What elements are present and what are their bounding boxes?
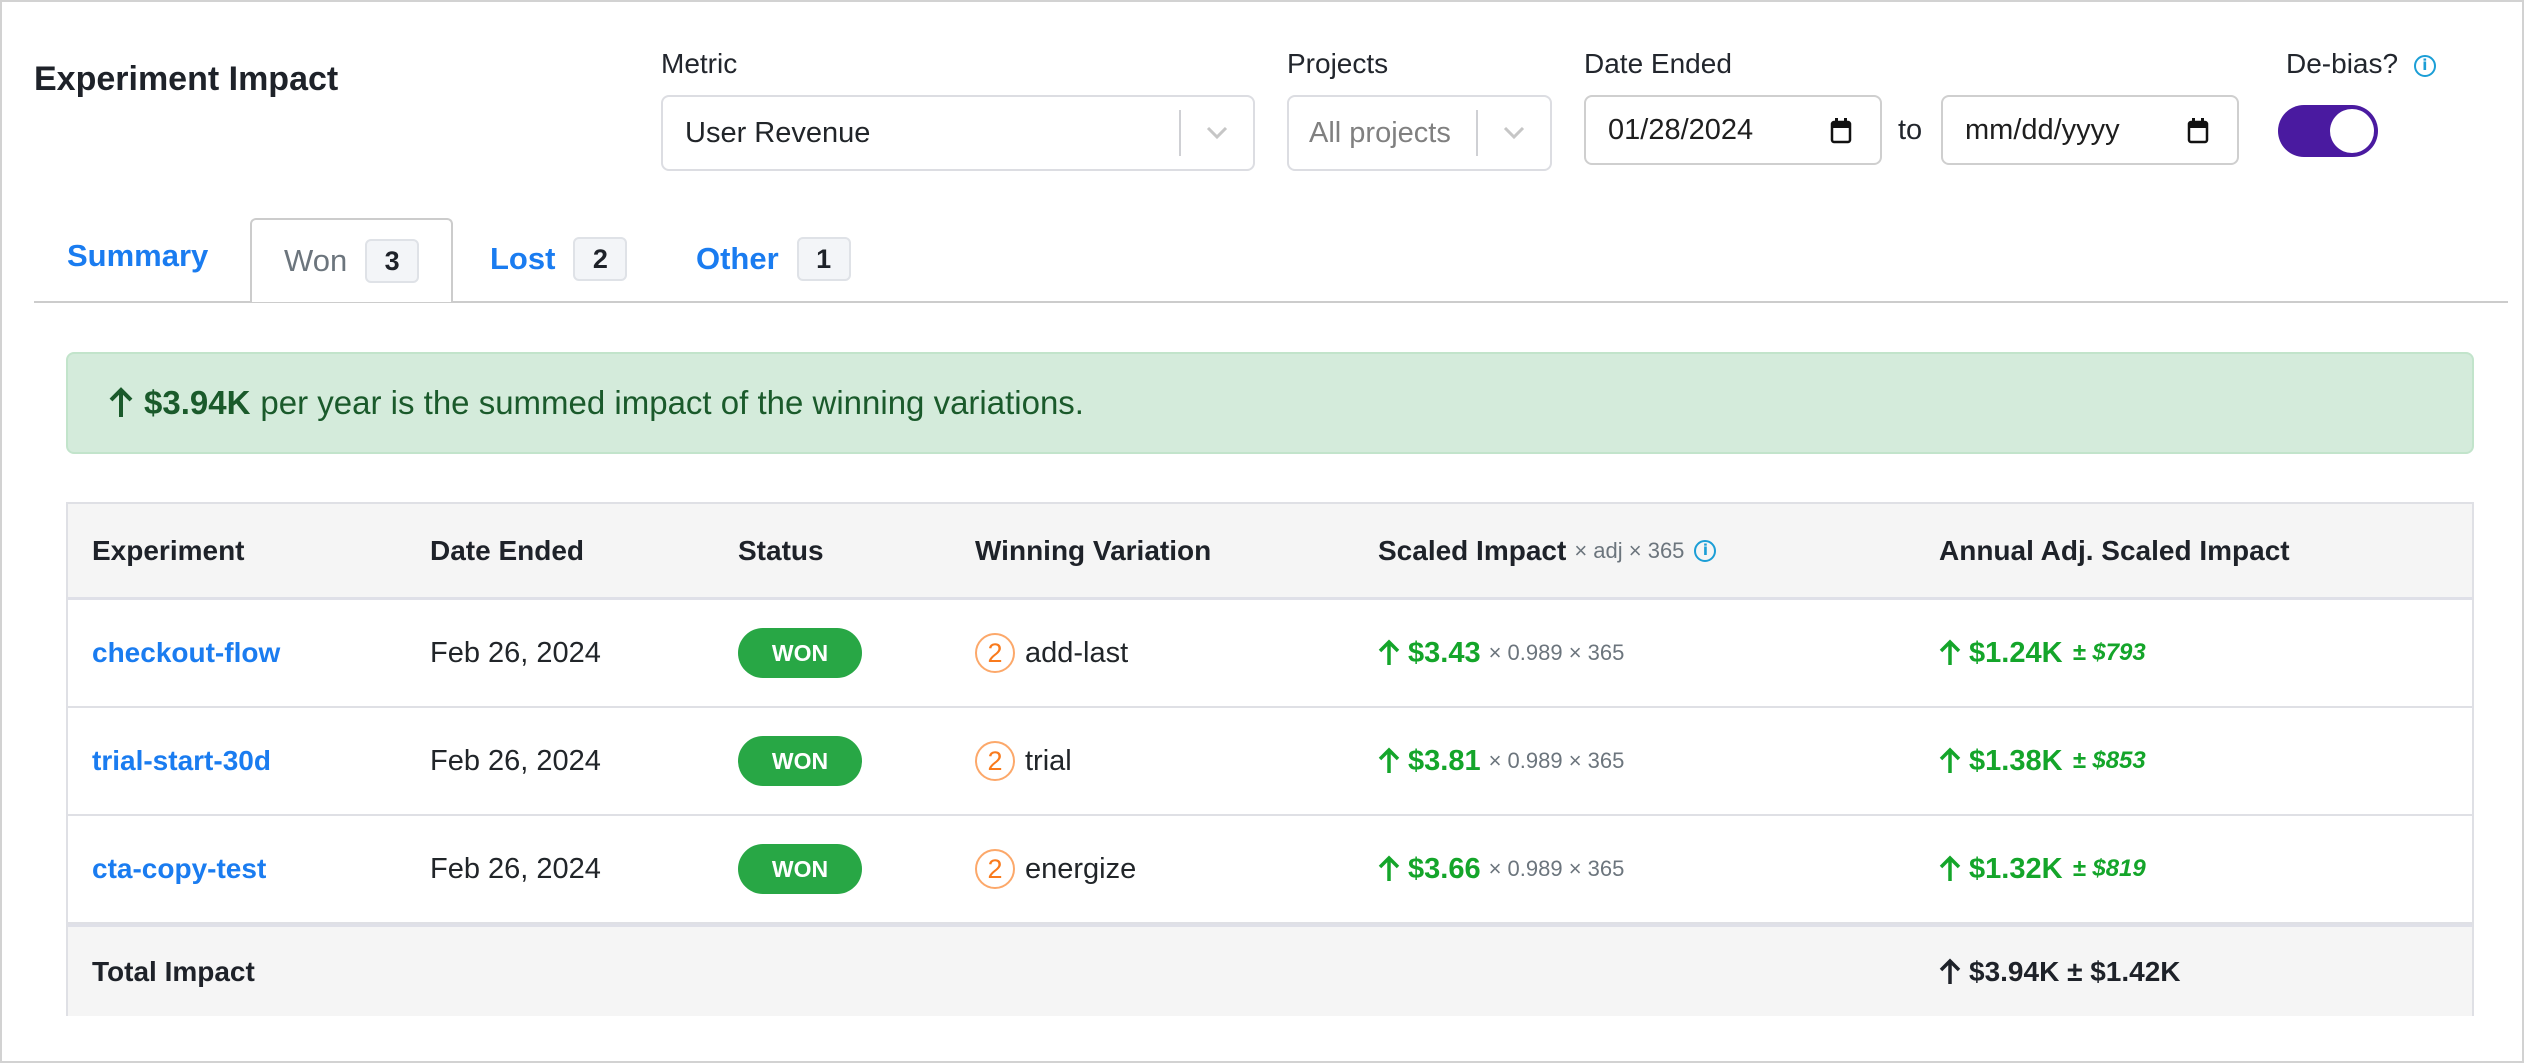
variation-number-badge: 2 — [975, 849, 1015, 889]
projects-select-placeholder: All projects — [1309, 116, 1451, 149]
tab-won-label: Won — [284, 243, 348, 278]
scaled-impact-value: $3.81 — [1408, 744, 1481, 777]
scaled-impact-cell: $3.43 × 0.989 × 365 — [1378, 600, 1624, 706]
tab-other[interactable]: Other 1 — [696, 236, 851, 282]
table-row: trial-start-30d Feb 26, 2024 WON 2 trial… — [68, 708, 2472, 816]
date-ended-cell: Feb 26, 2024 — [430, 852, 601, 885]
scaled-impact-cell: $3.66 × 0.989 × 365 — [1378, 816, 1624, 922]
table-header-row: Experiment Date Ended Status Winning Var… — [68, 504, 2472, 600]
arrow-up-icon — [108, 387, 134, 419]
variation-number-badge: 2 — [975, 741, 1015, 781]
scaled-impact-value: $3.43 — [1408, 636, 1481, 669]
tab-lost-label: Lost — [490, 241, 556, 276]
tab-other-label: Other — [696, 241, 779, 276]
chevron-down-icon[interactable] — [1181, 125, 1253, 141]
total-impact-label: Total Impact — [92, 955, 255, 987]
scaled-impact-multiplier: × 0.989 × 365 — [1488, 856, 1625, 881]
debias-label-group: De-bias? i — [2286, 48, 2436, 80]
table-total-row: Total Impact $3.94K ± $1.42K — [68, 924, 2472, 1016]
experiment-impact-panel: Experiment Impact Metric User Revenue Pr… — [0, 0, 2524, 1063]
tab-won-count: 3 — [365, 239, 420, 283]
arrow-up-icon — [1378, 855, 1400, 883]
total-impact-cell: $3.94K ± $1.42K — [1939, 927, 2181, 1016]
col-header-experiment[interactable]: Experiment — [92, 504, 245, 597]
scaled-impact-value: $3.66 — [1408, 852, 1481, 885]
tab-lost-count: 2 — [573, 237, 628, 281]
annual-impact-cell: $1.32K ± $819 — [1939, 816, 2146, 922]
annual-impact-ci: ± $819 — [2072, 855, 2146, 882]
tab-lost[interactable]: Lost 2 — [490, 236, 628, 282]
summed-impact-alert: $3.94K per year is the summed impact of … — [66, 352, 2474, 454]
experiment-link[interactable]: checkout-flow — [92, 637, 280, 669]
col-header-annual-impact[interactable]: Annual Adj. Scaled Impact — [1939, 504, 2290, 597]
tab-summary-label: Summary — [67, 238, 209, 273]
annual-impact-ci: ± $853 — [2072, 747, 2146, 774]
variation-number-badge: 2 — [975, 633, 1015, 673]
status-badge: WON — [738, 844, 862, 894]
status-badge: WON — [738, 628, 862, 678]
date-range-to-label: to — [1898, 114, 1923, 146]
status-badge: WON — [738, 736, 862, 786]
date-from-value: 01/28/2024 — [1608, 113, 1754, 146]
metric-select[interactable]: User Revenue — [661, 95, 1255, 171]
variation-name: add-last — [1025, 636, 1129, 669]
info-icon[interactable]: i — [2413, 54, 2436, 77]
date-to-input[interactable]: mm/dd/yyyy — [1941, 95, 2239, 165]
scaled-impact-formula: × adj × 365 — [1574, 537, 1685, 563]
alert-text: per year is the summed impact of the win… — [260, 384, 1084, 421]
info-icon[interactable]: i — [1694, 539, 1717, 562]
variation-name: energize — [1025, 852, 1137, 885]
arrow-up-icon — [1939, 958, 1961, 986]
winning-variation-cell: 2 trial — [975, 708, 1072, 814]
annual-impact-cell: $1.38K ± $853 — [1939, 708, 2146, 814]
total-impact-value: $3.94K ± $1.42K — [1969, 955, 2181, 987]
annual-impact-value: $1.32K — [1969, 852, 2063, 885]
metric-select-value: User Revenue — [685, 116, 871, 149]
toggle-knob — [2330, 109, 2374, 153]
date-ended-label: Date Ended — [1584, 48, 1732, 79]
experiment-link[interactable]: cta-copy-test — [92, 853, 266, 885]
variation-name: trial — [1025, 744, 1072, 777]
arrow-up-icon — [1939, 855, 1961, 883]
projects-label: Projects — [1287, 48, 1389, 79]
col-header-date-ended[interactable]: Date Ended — [430, 504, 584, 597]
arrow-up-icon — [1378, 639, 1400, 667]
tab-other-count: 1 — [796, 237, 851, 281]
arrow-up-icon — [1939, 747, 1961, 775]
calendar-icon[interactable] — [1830, 117, 1852, 153]
metric-label: Metric — [661, 48, 738, 79]
date-ended-cell: Feb 26, 2024 — [430, 636, 601, 669]
tab-won[interactable]: Won 3 — [250, 218, 454, 302]
annual-impact-value: $1.24K — [1969, 636, 2063, 669]
scaled-impact-multiplier: × 0.989 × 365 — [1488, 748, 1625, 773]
calendar-icon[interactable] — [2187, 117, 2209, 153]
experiment-link[interactable]: trial-start-30d — [92, 745, 271, 777]
arrow-up-icon — [1939, 639, 1961, 667]
scaled-impact-label: Scaled Impact — [1378, 534, 1567, 566]
date-to-placeholder: mm/dd/yyyy — [1965, 113, 2120, 146]
date-from-input[interactable]: 01/28/2024 — [1584, 95, 1882, 165]
alert-amount: $3.94K — [144, 384, 251, 421]
chevron-down-icon[interactable] — [1478, 125, 1550, 141]
annual-impact-cell: $1.24K ± $793 — [1939, 600, 2146, 706]
annual-impact-ci: ± $793 — [2072, 639, 2146, 666]
debias-toggle[interactable] — [2278, 105, 2378, 157]
page-title: Experiment Impact — [34, 60, 339, 98]
col-header-winning-variation[interactable]: Winning Variation — [975, 504, 1211, 597]
table-row: cta-copy-test Feb 26, 2024 WON 2 energiz… — [68, 816, 2472, 924]
annual-impact-value: $1.38K — [1969, 744, 2063, 777]
arrow-up-icon — [1378, 747, 1400, 775]
winning-variation-cell: 2 add-last — [975, 600, 1128, 706]
scaled-impact-multiplier: × 0.989 × 365 — [1488, 640, 1625, 665]
col-header-scaled-impact[interactable]: Scaled Impact × adj × 365 i — [1378, 504, 1717, 597]
projects-select[interactable]: All projects — [1287, 95, 1552, 171]
winning-variation-cell: 2 energize — [975, 816, 1136, 922]
tab-summary[interactable]: Summary — [67, 236, 208, 276]
table-row: checkout-flow Feb 26, 2024 WON 2 add-las… — [68, 600, 2472, 708]
scaled-impact-cell: $3.81 × 0.989 × 365 — [1378, 708, 1624, 814]
date-ended-cell: Feb 26, 2024 — [430, 744, 601, 777]
debias-label: De-bias? — [2286, 48, 2399, 79]
impact-table: Experiment Date Ended Status Winning Var… — [66, 502, 2474, 1016]
col-header-status[interactable]: Status — [738, 504, 824, 597]
